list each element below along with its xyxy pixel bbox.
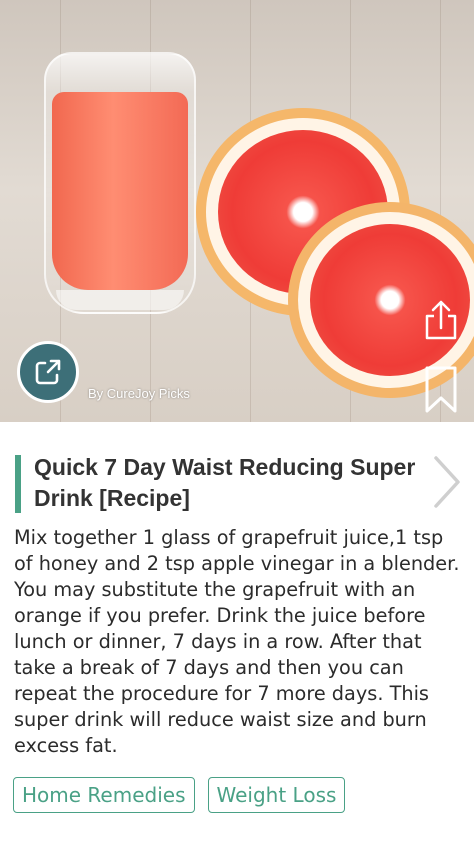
chevron-right-icon[interactable]	[428, 454, 464, 510]
grapefruit-juice	[52, 92, 188, 290]
tag-list: Home Remedies Weight Loss	[13, 777, 346, 813]
share-icon[interactable]	[423, 298, 459, 342]
title-accent-bar	[15, 455, 21, 513]
tag-weight-loss[interactable]: Weight Loss	[207, 777, 346, 813]
hero-image: By CureJoy Picks	[0, 0, 474, 422]
tag-home-remedies[interactable]: Home Remedies	[13, 777, 195, 813]
bookmark-icon[interactable]	[423, 365, 459, 415]
article-title[interactable]: Quick 7 Day Waist Reducing Super Drink […	[34, 452, 422, 514]
article-card: Quick 7 Day Waist Reducing Super Drink […	[0, 422, 474, 843]
external-link-icon	[35, 359, 61, 385]
source-credit: By CureJoy Picks	[88, 386, 190, 401]
glass-base	[56, 290, 184, 310]
open-source-button[interactable]	[17, 341, 79, 403]
juice-glass	[44, 52, 196, 314]
article-body: Mix together 1 glass of grapefruit juice…	[14, 526, 460, 757]
